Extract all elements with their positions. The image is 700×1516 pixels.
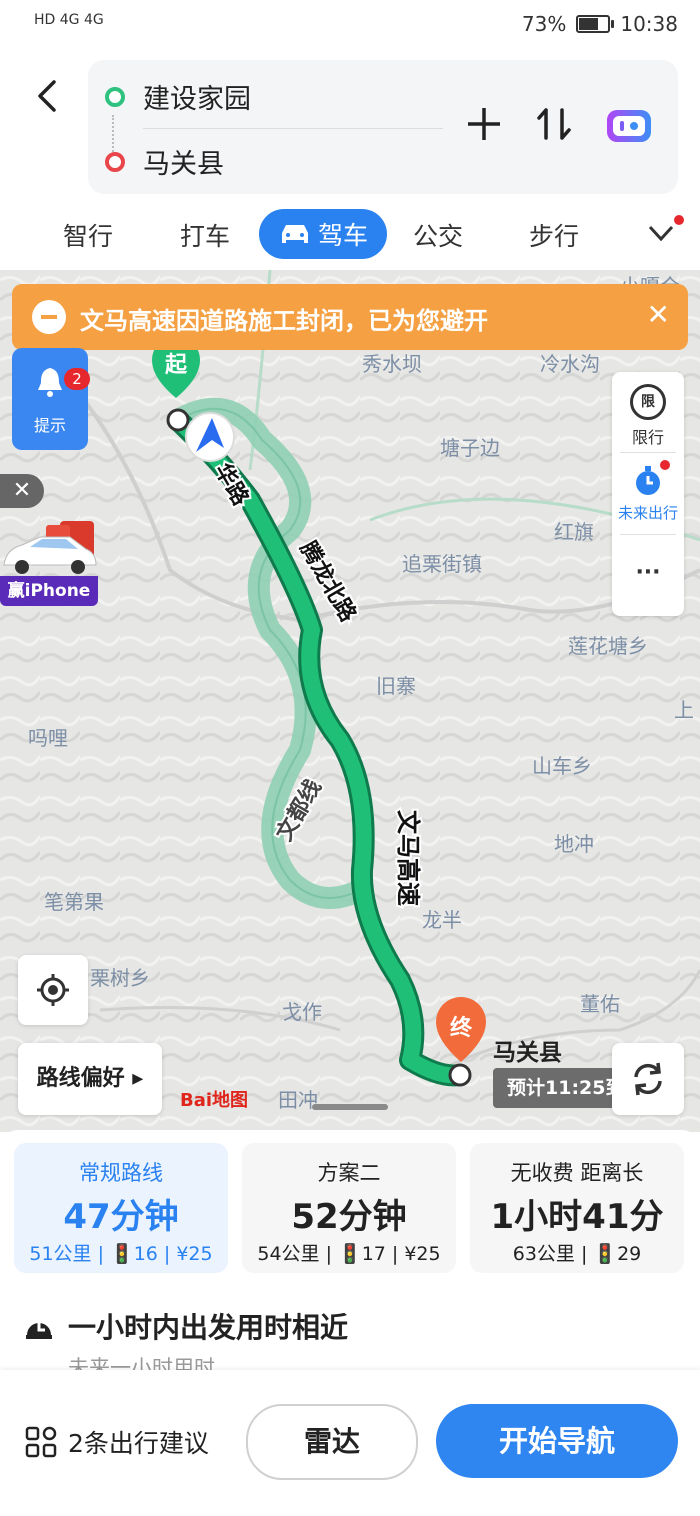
route-title: 无收费 距离长 [510,1161,644,1185]
place-label: 吗哩 [28,726,68,750]
place-label: 上 [674,698,694,722]
route-connector [112,115,116,155]
chevron-down-icon[interactable] [646,217,676,247]
baidu-logo: Bai地图 [180,1090,249,1111]
route-meta: 63公里 | 🚦29 [512,1243,642,1265]
place-label: 冷水沟 [540,352,600,376]
destination-field[interactable]: 马关县 [143,142,224,181]
place-label: 山车乡 [532,754,592,778]
refresh-icon [634,1062,662,1096]
place-label: 戈作 [282,1000,322,1024]
origin-dot-icon [105,87,125,107]
bell-icon [38,368,62,397]
battery-icon [576,15,615,33]
hint-title: 一小时内出发用时相近 [68,1311,349,1344]
place-label: 秀水坝 [362,352,422,376]
place-label: 莲花塘乡 [568,634,648,658]
add-waypoint-icon[interactable] [464,104,504,154]
signal-icons: HD 4G 4G [34,12,104,28]
locate-icon [37,974,69,1006]
mode-tabs: 智行 打车 驾车 公交 步行 [0,205,700,265]
car-promo-icon [3,521,97,574]
start-marker: 起 [164,353,188,378]
hint-subtitle: 未来一小时用时 [68,1356,215,1372]
route-title: 方案二 [317,1161,381,1185]
promo-banner[interactable]: 赢iPhone [0,515,98,607]
road-label-wenma: 文马高速 [394,810,422,906]
map-view[interactable]: 华路 腾龙北路 文马高速 文都线 起 终 秀水坝 冷水沟 塘子边 红旗 追栗街镇… [0,270,700,1132]
grid-icon [25,1426,57,1458]
stopwatch-icon [636,466,660,495]
place-label: 董佑 [580,992,620,1016]
notification-dot [674,215,684,225]
radar-button[interactable]: 雷达 [246,1404,418,1480]
route-card-1[interactable]: 常规路线 47分钟 51公里 | 🚦16 | ¥25 [14,1143,228,1273]
end-marker: 终 [450,1015,473,1041]
place-label: 地冲 [554,832,594,856]
suggestions-label: 2条出行建议 [68,1429,209,1458]
route-input-box: 建设家园 马关县 [88,60,678,194]
destination-dot-icon [105,152,125,172]
limit-label: 限行 [631,428,664,447]
tab-walk[interactable]: 步行 [529,217,579,253]
map-tools-panel: 限 限行 未来出行 ··· [612,372,684,616]
route-card-2[interactable]: 方案二 52分钟 54公里 | 🚦17 | ¥25 [242,1143,456,1273]
tab-drive-label: 驾车 [317,221,368,250]
tip-count-badge: 2 [64,368,90,390]
route-meta: 51公里 | 🚦16 | ¥25 [29,1243,213,1265]
tab-drive[interactable]: 驾车 [259,209,387,259]
locate-button[interactable] [18,955,88,1025]
future-label: 未来出行 [617,504,678,522]
battery-percent: 73% [521,12,567,36]
place-label: 追栗街镇 [402,552,482,576]
close-icon[interactable]: ✕ [647,298,670,331]
more-button[interactable]: ··· [612,560,684,585]
minus-circle-icon [32,300,66,334]
swap-icon[interactable] [534,104,574,154]
limit-icon: 限 [630,384,666,420]
tab-bus[interactable]: 公交 [413,217,463,253]
origin-field[interactable]: 建设家园 [143,77,251,116]
place-label: 红旗 [554,520,594,544]
status-bar: HD 4G 4G 73% 10:38 [0,0,700,50]
travel-suggestions-button[interactable]: 2条出行建议 [24,1424,209,1460]
refresh-button[interactable] [612,1043,684,1115]
back-icon[interactable] [30,74,70,118]
road-closure-notice[interactable]: 文马高速因道路施工封闭，已为您避开 ✕ [12,284,688,350]
future-travel-button[interactable]: 未来出行 [612,460,684,523]
car-icon [281,225,308,243]
notice-text: 文马高速因道路施工封闭，已为您避开 [80,307,488,335]
route-card-3[interactable]: 无收费 距离长 1小时41分 63公里 | 🚦29 [470,1143,684,1273]
field-divider [143,128,443,129]
place-label: 旧寨 [376,674,416,698]
clock-icon [24,1311,54,1341]
route-time: 52分钟 [291,1197,407,1237]
close-ad-icon[interactable]: ✕ [0,474,44,508]
place-label: 塘子边 [440,436,500,460]
destination-map-label: 马关县 [493,1040,562,1066]
traffic-limit-button[interactable]: 限 限行 [612,384,684,448]
route-title: 常规路线 [79,1161,163,1185]
tip-button[interactable]: 提示 [12,348,88,450]
assistant-icon[interactable] [604,106,654,158]
sheet-handle[interactable] [312,1104,388,1110]
start-navigation-button[interactable]: 开始导航 [436,1404,678,1478]
place-label: 笔第果 [44,890,104,914]
tab-smart[interactable]: 智行 [63,217,113,253]
route-preference-button[interactable]: 路线偏好 ▸ [18,1043,162,1115]
place-label: 栗树乡 [90,966,150,990]
route-time: 1小时41分 [490,1197,664,1237]
route-time: 47分钟 [63,1197,179,1237]
tip-label: 提示 [33,416,66,435]
tab-taxi[interactable]: 打车 [180,217,230,253]
clock: 10:38 [620,12,678,36]
future-dot [660,460,670,470]
route-meta: 54公里 | 🚦17 | ¥25 [257,1243,441,1265]
place-label: 龙半 [422,908,462,932]
promo-label: 赢iPhone [0,576,98,606]
